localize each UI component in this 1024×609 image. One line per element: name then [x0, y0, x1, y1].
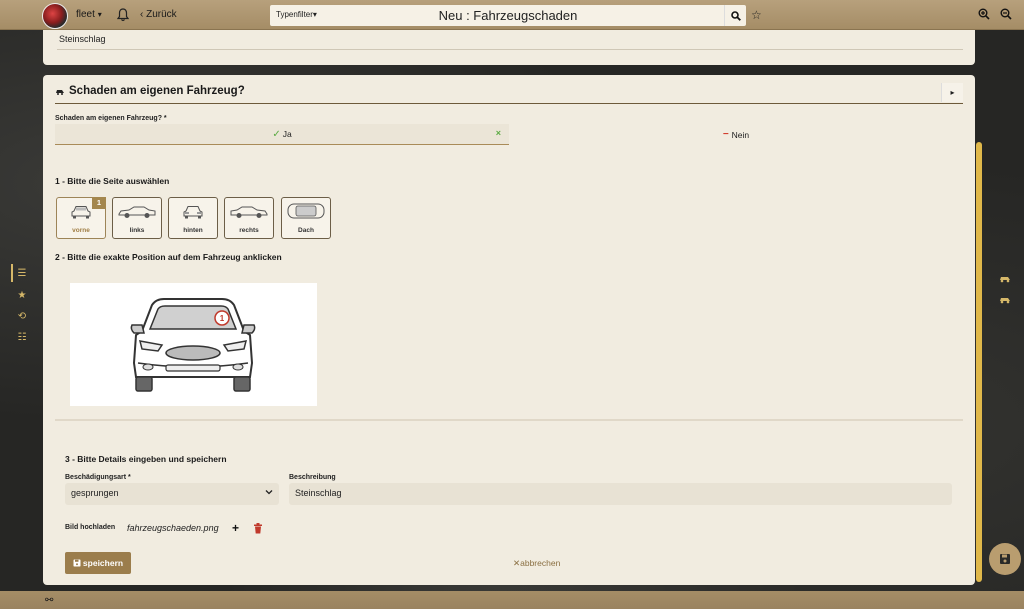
cancel-label: abbrechen: [520, 558, 561, 568]
side-label: rechts: [239, 227, 259, 234]
caret-right-icon: ▸: [950, 88, 955, 97]
save-label: speichern: [82, 558, 124, 568]
car-roof-icon: [287, 203, 325, 219]
save-button[interactable]: speichern: [65, 552, 131, 574]
description-input[interactable]: Steinschlag: [289, 483, 952, 505]
user-menu[interactable]: fleet ▾: [76, 9, 102, 20]
no-label: Nein: [731, 129, 750, 140]
zoom-in-icon[interactable]: [978, 8, 990, 20]
side-badge: 1: [92, 197, 106, 209]
upload-filename: fahrzeugschaeden.png: [127, 523, 219, 533]
page-title: Neu : Fahrzeugschaden: [438, 8, 578, 23]
side-button-hinten[interactable]: hinten: [168, 197, 218, 239]
side-label: hinten: [183, 227, 203, 234]
description-value: Steinschlag: [295, 488, 342, 498]
side-label: vorne: [72, 227, 90, 234]
description-label: Beschreibung: [289, 474, 336, 481]
bottom-bar: ⚯: [0, 591, 1024, 609]
section-toggle-button[interactable]: ▸: [941, 83, 963, 102]
step1-title: 1 - Bitte die Seite auswählen: [55, 176, 170, 186]
divider: [57, 49, 963, 50]
add-file-icon[interactable]: +: [232, 521, 239, 535]
damage-type-label: Beschädigungsart *: [65, 474, 131, 481]
question-label: Schaden am eigenen Fahrzeug? *: [55, 115, 167, 122]
chevron-down-icon: [265, 490, 273, 495]
bell-icon[interactable]: [117, 8, 129, 22]
sidebar-active-indicator: [11, 264, 13, 282]
cancel-button[interactable]: ✕abbrechen: [513, 558, 560, 569]
car-damage-icon[interactable]: [998, 294, 1012, 304]
hierarchy-icon[interactable]: ⚯: [45, 595, 53, 606]
side-button-dach[interactable]: Dach: [281, 197, 331, 239]
no-option[interactable]: − Nein: [509, 124, 963, 145]
yes-label: Ja: [282, 129, 292, 139]
damage-type-value: gesprungen: [71, 488, 119, 498]
damage-marker: 1: [220, 314, 225, 323]
side-label: links: [129, 227, 145, 234]
history-icon[interactable]: ⟲: [16, 311, 28, 323]
clear-icon[interactable]: ×: [496, 128, 501, 138]
side-button-rechts[interactable]: rechts: [224, 197, 274, 239]
car-front-icon: [71, 206, 91, 219]
back-link[interactable]: ‹ Zurück: [140, 9, 177, 20]
step2-title: 2 - Bitte die exakte Position auf dem Fa…: [55, 252, 282, 262]
menu-list-icon[interactable]: ☰: [16, 268, 28, 280]
side-label: Dach: [298, 227, 314, 234]
side-button-vorne[interactable]: 1 vorne: [56, 197, 106, 239]
step3-title: 3 - Bitte Details eingeben und speichern: [65, 454, 227, 464]
divider: [55, 419, 963, 421]
previous-field-value: Steinschlag: [59, 34, 106, 44]
user-menu-label: fleet: [76, 9, 95, 20]
yes-no-toggle: ✓ Ja × − Nein: [55, 124, 963, 145]
search-icon: [730, 10, 741, 21]
task-list-icon[interactable]: ☷: [16, 332, 28, 344]
favorite-star-icon[interactable]: ☆: [751, 8, 762, 22]
top-bar: fleet ▾ ‹ Zurück Typenfilter▾ Neu : Fahr…: [0, 0, 1024, 30]
trash-icon[interactable]: [253, 523, 263, 534]
floppy-disk-icon: [1000, 554, 1010, 564]
damage-card: Schaden am eigenen Fahrzeug? ▸ Schaden a…: [43, 75, 975, 585]
yes-option[interactable]: ✓ Ja ×: [55, 124, 509, 145]
section-header: Schaden am eigenen Fahrzeug? ▸: [55, 83, 963, 104]
side-button-links[interactable]: links: [112, 197, 162, 239]
chevron-left-icon: ‹: [140, 9, 144, 20]
search-button[interactable]: [724, 5, 746, 26]
avatar[interactable]: [42, 3, 68, 29]
vehicle-position-image[interactable]: 1: [70, 283, 317, 406]
car-side-icon: [118, 206, 156, 218]
upload-label: Bild hochladen: [65, 524, 116, 531]
car-damage-icon[interactable]: [998, 273, 1012, 283]
star-icon[interactable]: ★: [16, 290, 28, 302]
search-bar[interactable]: Typenfilter▾ Neu : Fahrzeugschaden: [270, 5, 746, 26]
save-fab-button[interactable]: [989, 543, 1021, 575]
zoom-out-icon[interactable]: [1000, 8, 1012, 20]
previous-field-card: Steinschlag: [43, 30, 975, 65]
damage-type-select[interactable]: gesprungen: [65, 483, 279, 505]
floppy-disk-icon: [73, 559, 81, 567]
section-title: Schaden am eigenen Fahrzeug?: [69, 85, 245, 97]
back-label: Zurück: [146, 9, 177, 20]
chevron-down-icon: ▾: [97, 10, 102, 19]
car-damage-icon: [56, 90, 64, 95]
check-icon: ✓: [272, 128, 281, 140]
car-rear-icon: [183, 206, 203, 219]
scrollbar[interactable]: [976, 142, 982, 582]
minus-icon: −: [722, 129, 729, 140]
car-front-illustration: 1: [130, 298, 256, 392]
car-side-icon: [230, 206, 268, 218]
